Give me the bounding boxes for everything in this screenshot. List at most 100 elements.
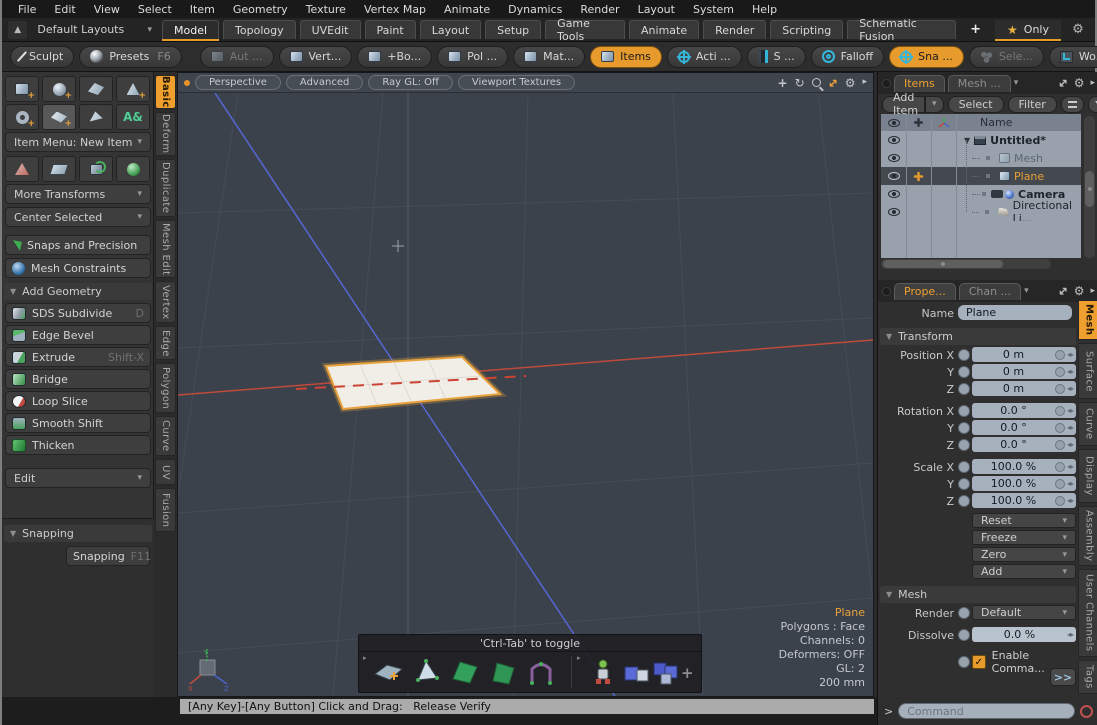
position-z-field[interactable]: 0 m ◂▸ [972, 381, 1076, 396]
new-cube-button[interactable] [5, 76, 39, 102]
layout-tab-schematic-fusion[interactable]: Schematic Fusion [847, 20, 956, 39]
layout-tab-uvedit[interactable]: UVEdit [300, 20, 361, 39]
mesh-section-header[interactable]: ▼ Mesh [880, 586, 1076, 603]
dissolve-field[interactable]: 0.0 % ◂▸ [972, 627, 1076, 642]
zoom-icon[interactable] [812, 78, 821, 87]
bridge-button[interactable]: Bridge [5, 369, 151, 389]
pin-icon[interactable]: ▲ [8, 21, 27, 39]
layout-switcher[interactable]: Default Layouts ▾ [31, 21, 158, 39]
rotation-z-field[interactable]: 0.0 ° ◂▸ [972, 437, 1076, 452]
rotate-icon[interactable]: ↻ [795, 77, 805, 89]
channel-state-icon[interactable] [958, 629, 970, 641]
sds-subdivide-button[interactable]: SDS Subdivide D [5, 303, 151, 323]
snaps-and-precision-button[interactable]: Snaps and Precision [5, 235, 151, 255]
tab-basic[interactable]: Basic [155, 75, 176, 109]
mini-slider-icon[interactable] [1055, 496, 1065, 506]
smooth-shift-button[interactable]: Smooth Shift [5, 413, 151, 433]
add-geometry-section-header[interactable]: ▼ Add Geometry [4, 283, 152, 300]
snapping-button[interactable]: Sna ... [889, 46, 964, 68]
tab-items[interactable]: Items [894, 75, 945, 92]
scale-y-field[interactable]: 100.0 % ◂▸ [972, 476, 1076, 491]
viewport-textures-button[interactable]: Viewport Textures [458, 75, 575, 90]
gear-icon[interactable]: ⚙ [1074, 285, 1085, 297]
command-input[interactable] [898, 703, 1075, 719]
spinner-icon[interactable]: ◂▸ [1067, 462, 1073, 471]
channel-state-icon[interactable] [958, 495, 970, 507]
menu-vertex-map[interactable]: Vertex Map [356, 3, 434, 16]
channel-state-icon[interactable] [958, 656, 970, 668]
action-center-button[interactable]: Acti ... [667, 46, 742, 68]
maximize-icon[interactable]: ↔ [825, 75, 841, 91]
tab-user-channels[interactable]: User Channels [1078, 569, 1097, 657]
select-through-button[interactable]: Sele... [969, 46, 1044, 68]
channel-state-icon[interactable] [958, 478, 970, 490]
chevron-down-icon[interactable]: ▾ [1024, 286, 1029, 296]
eye-icon[interactable] [888, 190, 900, 198]
expand-more-button[interactable]: >> [1050, 668, 1076, 686]
channel-state-icon[interactable] [958, 461, 970, 473]
mini-slider-icon[interactable] [1055, 440, 1065, 450]
tab-vertex[interactable]: Vertex [155, 281, 176, 323]
snapping-section-header[interactable]: ▼ Snapping [4, 525, 152, 542]
mini-slider-icon[interactable] [1055, 406, 1065, 416]
plane-tool-icon[interactable] [373, 658, 405, 686]
add-item-button[interactable]: Add Item [882, 96, 925, 113]
new-plane-button[interactable] [42, 104, 76, 130]
menu-animate[interactable]: Animate [436, 3, 498, 16]
channel-state-icon[interactable] [958, 422, 970, 434]
layout-tab-layout[interactable]: Layout [420, 20, 481, 39]
actor-tool-icon[interactable] [587, 658, 619, 686]
menu-help[interactable]: Help [744, 3, 785, 16]
item-transform-icon[interactable] [914, 171, 923, 180]
item-menu-dropdown[interactable]: Item Menu: New Item ▾ [5, 132, 151, 152]
item-row-directional-light[interactable]: Directional Li... [881, 203, 1081, 221]
item-row-plane[interactable]: Plane [881, 167, 1081, 185]
mesh-ops-group-tool-icon[interactable] [651, 658, 683, 686]
item-row-scene[interactable]: ▼ Untitled* [881, 131, 1081, 149]
tab-channels[interactable]: Chan ... [959, 283, 1021, 300]
menu-layout[interactable]: Layout [630, 3, 683, 16]
scale-z-field[interactable]: 100.0 % ◂▸ [972, 493, 1076, 508]
center-selected-dropdown[interactable]: Center Selected ▾ [5, 207, 151, 227]
tree-expand-icon[interactable]: ▼ [964, 136, 970, 145]
layout-tab-scripting[interactable]: Scripting [770, 20, 843, 39]
eye-icon[interactable] [888, 172, 900, 180]
tab-display[interactable]: Display [1078, 449, 1097, 503]
add-dropdown[interactable]: Add ▾ [972, 564, 1076, 579]
transform-section-header[interactable]: ▼ Transform [880, 328, 1076, 345]
horizontal-scrollbar[interactable] [881, 259, 1051, 269]
layout-tab-setup[interactable]: Setup [485, 20, 541, 39]
menu-dynamics[interactable]: Dynamics [500, 3, 570, 16]
new-torus-button[interactable] [5, 104, 39, 130]
presets-button[interactable]: Presets F6 [79, 46, 181, 68]
eye-icon[interactable] [888, 208, 900, 216]
spinner-icon[interactable]: ◂▸ [1067, 496, 1073, 505]
edit-dropdown[interactable]: Edit ▾ [5, 468, 151, 488]
panel-corner-icon[interactable] [882, 287, 891, 296]
spinner-icon[interactable]: ◂▸ [1067, 367, 1073, 376]
spinner-icon[interactable]: ◂▸ [1067, 630, 1073, 639]
channel-state-icon[interactable] [958, 349, 970, 361]
scrollbar-thumb[interactable] [883, 260, 1003, 268]
items-mode-button[interactable]: Items [590, 46, 662, 68]
panel-arrow-icon[interactable]: ▸ [1090, 78, 1095, 88]
item-row-mesh[interactable]: Mesh [881, 149, 1081, 167]
filter-funnel-icon[interactable] [1088, 96, 1097, 113]
work-plane-button[interactable]: Wo... [1049, 46, 1097, 68]
auto-select-mode-button[interactable]: Aut ... [200, 46, 274, 68]
tab-surface[interactable]: Surface [1078, 343, 1097, 399]
tab-assembly[interactable]: Assembly [1078, 506, 1097, 566]
channel-state-icon[interactable] [958, 607, 970, 619]
tab-edge[interactable]: Edge [155, 326, 176, 360]
filter-button[interactable]: Filter [1008, 96, 1057, 113]
mini-slider-icon[interactable] [1055, 462, 1065, 472]
panel-corner-icon[interactable] [882, 79, 891, 88]
mini-slider-icon[interactable] [1055, 367, 1065, 377]
spinner-icon[interactable]: ◂▸ [1067, 440, 1073, 449]
more-transforms-dropdown[interactable]: More Transforms ▾ [5, 184, 151, 204]
tab-curve-props[interactable]: Curve [1078, 402, 1097, 446]
mini-slider-icon[interactable] [1055, 423, 1065, 433]
raygl-button[interactable]: Ray GL: Off [368, 75, 453, 90]
tab-uv[interactable]: UV [155, 459, 176, 485]
curve-surface-tool-icon[interactable] [449, 658, 481, 686]
